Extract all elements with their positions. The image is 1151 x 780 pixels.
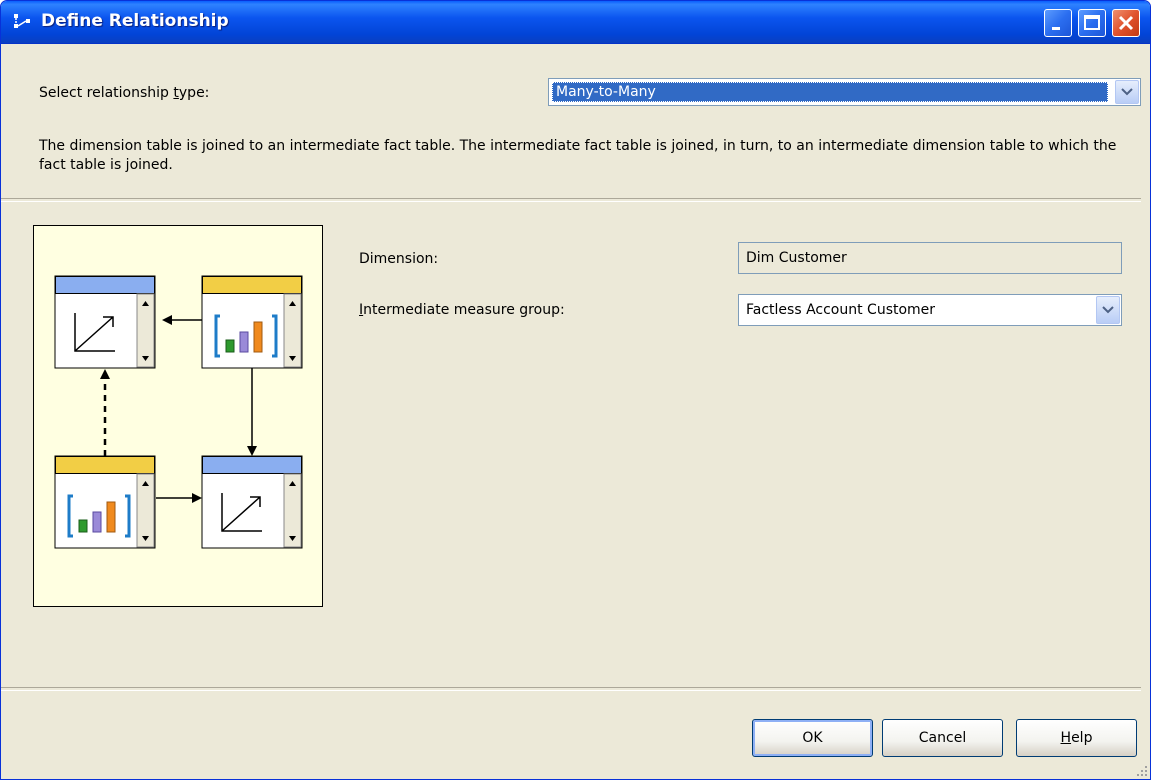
separator-top (1, 198, 1141, 202)
diagram-fact-table-bottom-bar-green (78, 519, 88, 533)
intermediate-measure-group-select[interactable]: Factless Account Customer (738, 294, 1122, 326)
diagram-fact-table-top-header (202, 276, 302, 294)
relationship-type-dropdown-button[interactable] (1115, 80, 1139, 104)
separator-bottom (1, 687, 1141, 691)
minimize-icon (1052, 27, 1060, 30)
close-button[interactable] (1112, 9, 1140, 37)
relationship-type-label-suffix: ype: (178, 85, 210, 101)
chevron-down-icon (1121, 88, 1133, 96)
help-button[interactable]: Help (1016, 719, 1137, 757)
intermediate-measure-group-dropdown-button[interactable] (1096, 296, 1120, 324)
minimize-button[interactable] (1044, 9, 1072, 37)
diagram-fact-table-top-bar-green (225, 339, 235, 353)
diagram-fact-table-top-bar-purple (239, 331, 249, 353)
help-button-accel: H (1060, 730, 1072, 746)
define-relationship-dialog: Define Relationship Select relationship … (0, 0, 1151, 780)
intermediate-measure-group-label: Intermediate measure group: (359, 302, 565, 318)
dimension-field: Dim Customer (738, 242, 1122, 274)
diagram-arrowhead-up (100, 369, 110, 379)
relationship-icon (14, 14, 30, 28)
dimension-label: Dimension: (359, 251, 439, 267)
relationship-type-value: Many-to-Many (552, 82, 1108, 102)
resize-grip-icon[interactable] (1136, 765, 1148, 777)
relationship-diagram (33, 225, 323, 607)
ok-button[interactable]: OK (752, 719, 873, 757)
diagram-fact-table-top-bar-orange (253, 321, 263, 353)
cancel-button[interactable]: Cancel (882, 719, 1003, 757)
help-button-text: elp (1071, 730, 1093, 746)
window-title: Define Relationship (41, 11, 229, 31)
relationship-type-select[interactable]: Many-to-Many (548, 78, 1141, 106)
many-to-many-diagram-icon (54, 275, 303, 549)
relationship-type-label-text: Select relationship (39, 85, 174, 101)
maximize-icon (1084, 15, 1100, 30)
chevron-down-icon (1102, 306, 1114, 314)
diagram-arrowhead-right (192, 493, 202, 503)
relationship-type-label: Select relationship type: (39, 85, 209, 101)
diagram-fact-table-bottom-header (55, 456, 155, 474)
diagram-fact-table-bottom-bar-purple (92, 511, 102, 533)
diagram-arrowhead-left (162, 315, 172, 325)
diagram-dimension-table-bottom-header (202, 456, 302, 474)
maximize-button[interactable] (1078, 9, 1106, 37)
diagram-arrowhead-down (247, 446, 257, 456)
close-icon (1118, 15, 1134, 31)
diagram-dimension-table-top-header (55, 276, 155, 294)
intermediate-label-text: ntermediate measure group: (363, 302, 565, 318)
title-bar[interactable]: Define Relationship (1, 1, 1150, 44)
intermediate-measure-group-value: Factless Account Customer (746, 302, 936, 318)
relationship-description: The dimension table is joined to an inte… (39, 138, 1117, 173)
diagram-fact-table-bottom-bar-orange (106, 501, 116, 533)
